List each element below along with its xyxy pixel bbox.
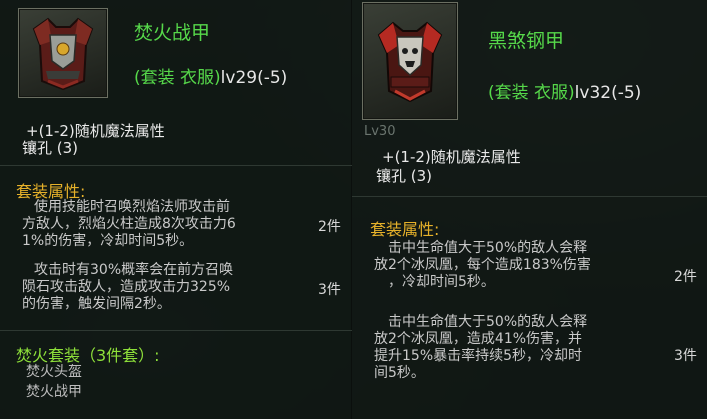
bonus-line: 提升15%暴击率持续5秒，冷却时	[374, 348, 583, 364]
bonus-line: 方敌人，烈焰火柱造成8次攻击力6	[22, 216, 236, 232]
divider	[0, 165, 352, 166]
item-tooltip-left: 焚火战甲 (套装 衣服)lv29(-5) +(1-2)随机魔法属性 镶孔 (3)…	[0, 0, 352, 419]
set-piece-count: 2件	[674, 269, 697, 285]
set-bonus-2: 击中生命值大于50%的敌人会释 放2个冰凤凰，每个造成183%伤害 ，冷却时间5…	[374, 240, 591, 291]
set-name-title: 焚火套装（3件套）:	[16, 346, 160, 365]
item-type-level: (套装 衣服)lv32(-5)	[488, 78, 641, 103]
set-type: (套装 衣服)	[134, 68, 221, 88]
divider	[352, 196, 707, 197]
item-icon-slot[interactable]	[18, 8, 108, 98]
item-name: 黑煞钢甲	[488, 30, 565, 52]
bonus-line: 放2个冰凤凰，造成41%伤害，并	[374, 331, 583, 347]
socket-count: 镶孔 (3)	[376, 167, 433, 185]
bonus-line: ，冷却时间5秒。	[388, 274, 495, 290]
item-tooltip-right: Lv30 黑煞钢甲 (套装 衣服)lv32(-5) +(1-2)随机魔法属性 镶…	[352, 0, 707, 419]
set-item: 焚火头盔	[26, 364, 82, 380]
item-icon-slot[interactable]	[362, 2, 458, 120]
set-piece-count: 3件	[674, 348, 697, 364]
bonus-line: 1%的伤害，冷却时间5秒。	[22, 233, 194, 249]
set-bonus-3: 击中生命值大于50%的敌人会释 放2个冰凤凰，造成41%伤害，并 提升15%暴击…	[374, 314, 587, 382]
set-piece-count: 2件	[318, 219, 341, 235]
item-level: lv29(-5)	[220, 68, 288, 88]
bonus-line: 击中生命值大于50%的敌人会释	[388, 240, 588, 256]
bonus-line: 攻击时有30%概率会在前方召唤	[34, 262, 234, 278]
bonus-line: 使用技能时召唤烈焰法师攻击前	[34, 199, 230, 215]
item-name: 焚火战甲	[134, 22, 211, 44]
set-item: 焚火战甲	[26, 384, 82, 400]
bonus-line: 的伤害，触发间隔2秒。	[22, 296, 171, 312]
faint-level-label: Lv30	[364, 124, 396, 139]
bonus-line: 放2个冰凤凰，每个造成183%伤害	[374, 257, 591, 273]
bonus-line: 陨石攻击敌人，造成攻击力325%	[22, 279, 231, 295]
random-attribute: +(1-2)随机魔法属性	[382, 148, 521, 166]
set-item-list: 焚火头盔 焚火战甲	[26, 364, 82, 401]
set-attributes-title: 套装属性:	[370, 220, 440, 239]
divider	[0, 330, 352, 331]
socket-count: 镶孔 (3)	[22, 139, 79, 157]
black-steel-armor-icon	[377, 21, 443, 103]
bonus-line: 间5秒。	[374, 365, 425, 381]
item-level: lv32(-5)	[574, 83, 642, 103]
set-bonus-3: 攻击时有30%概率会在前方召唤 陨石攻击敌人，造成攻击力325% 的伤害，触发间…	[22, 262, 233, 313]
set-type: (套装 衣服)	[488, 83, 575, 103]
set-bonus-2: 使用技能时召唤烈焰法师攻击前 方敌人，烈焰火柱造成8次攻击力6 1%的伤害，冷却…	[22, 199, 236, 250]
bonus-line: 击中生命值大于50%的敌人会释	[388, 314, 588, 330]
item-type-level: (套装 衣服)lv29(-5)	[134, 63, 287, 88]
set-piece-count: 3件	[318, 282, 341, 298]
red-armor-icon	[32, 17, 94, 91]
